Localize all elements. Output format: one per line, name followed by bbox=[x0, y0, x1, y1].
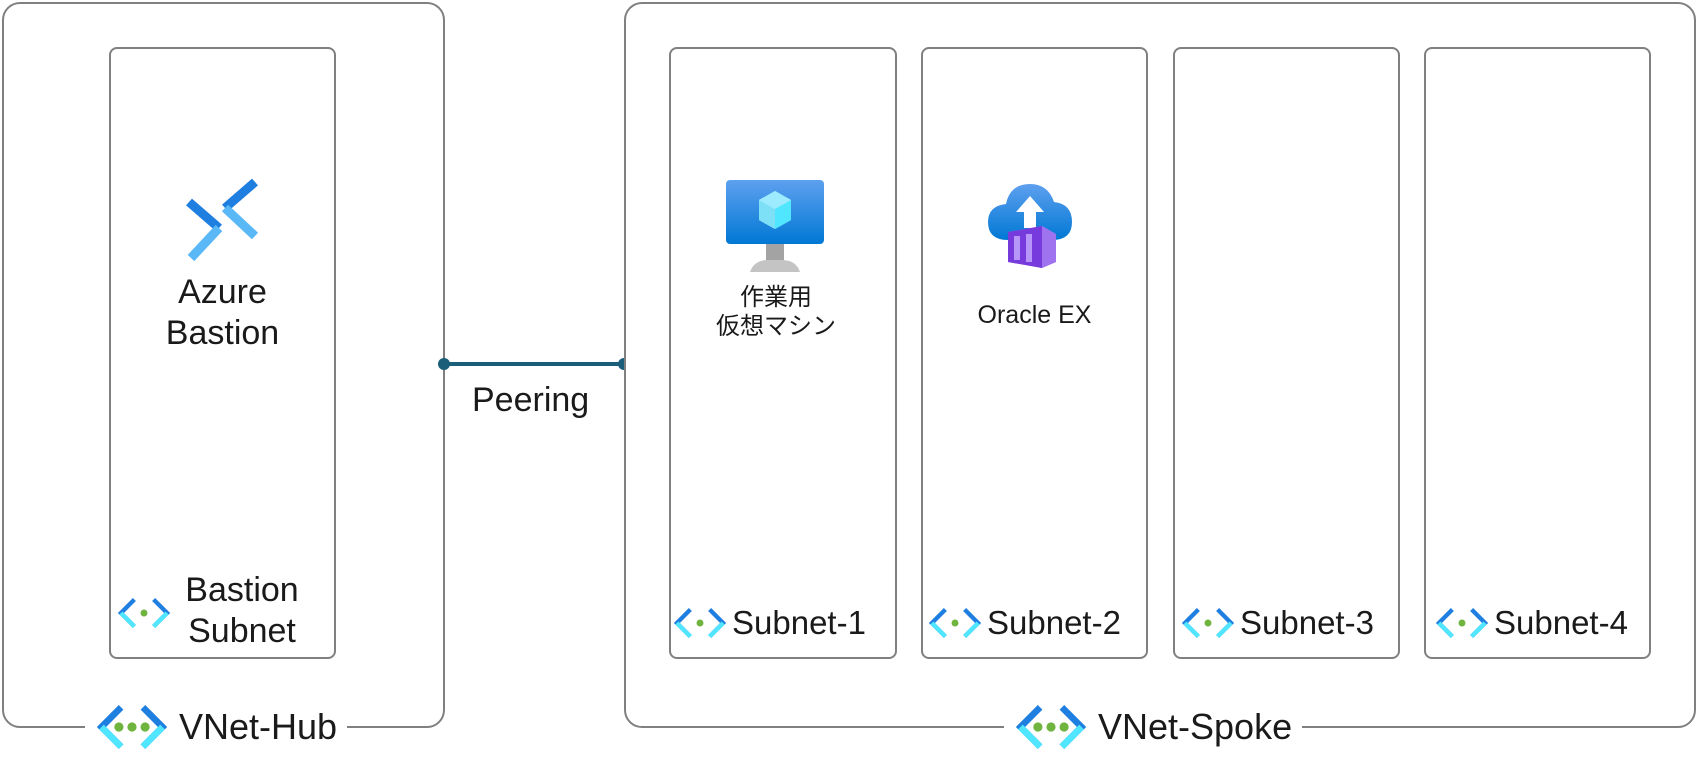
subnet-4-name: Subnet-4 bbox=[1494, 604, 1628, 641]
bastion-resource-label: Azure Bastion bbox=[109, 272, 336, 355]
subnet-icon bbox=[674, 606, 726, 640]
virtual-network-icon bbox=[95, 703, 169, 751]
virtual-machine-icon bbox=[726, 180, 824, 272]
subnet-4-label: Subnet-4 bbox=[1436, 604, 1628, 642]
vm-resource-line2: 仮想マシン bbox=[716, 311, 836, 340]
bastion-subnet-label: Bastion Subnet bbox=[176, 570, 308, 653]
subnet-1-label: Subnet-1 bbox=[674, 604, 866, 642]
subnet-2-name: Subnet-2 bbox=[987, 604, 1121, 641]
bastion-subnet-line1: Bastion bbox=[185, 571, 299, 609]
cloud-upload-container-icon bbox=[988, 184, 1072, 268]
bastion-resource-line2: Bastion bbox=[165, 314, 280, 353]
vnet-hub-label: VNet-Hub bbox=[85, 702, 348, 752]
vm-resource-label: 作業用 仮想マシン bbox=[669, 283, 883, 341]
subnet-icon bbox=[929, 606, 981, 640]
bastion-icon bbox=[186, 178, 259, 262]
peering-label: Peering bbox=[472, 381, 590, 419]
oracle-resource-label: Oracle EX bbox=[977, 301, 1092, 329]
vnet-spoke-name: VNet-Spoke bbox=[1098, 706, 1293, 747]
bastion-resource-line1: Azure bbox=[178, 273, 267, 311]
bastion-subnet-line2: Subnet bbox=[188, 612, 296, 651]
vnet-spoke-label: VNet-Spoke bbox=[1004, 702, 1303, 752]
subnet-icon bbox=[1182, 606, 1234, 640]
vm-resource-line1: 作業用 bbox=[740, 283, 812, 311]
subnet-3-container bbox=[1173, 47, 1400, 659]
subnet-1-name: Subnet-1 bbox=[732, 604, 866, 641]
subnet-icon bbox=[118, 596, 170, 630]
vnet-hub-name: VNet-Hub bbox=[179, 706, 338, 747]
subnet-icon bbox=[1436, 606, 1488, 640]
peering-endpoint-hub bbox=[438, 358, 450, 370]
subnet-3-label: Subnet-3 bbox=[1182, 604, 1374, 642]
subnet-1-container bbox=[669, 47, 897, 659]
subnet-2-label: Subnet-2 bbox=[929, 604, 1121, 642]
subnet-3-name: Subnet-3 bbox=[1240, 604, 1374, 641]
subnet-2-container bbox=[921, 47, 1148, 659]
peering-connector bbox=[438, 358, 630, 370]
virtual-network-icon bbox=[1014, 703, 1088, 751]
subnet-4-container bbox=[1424, 47, 1651, 659]
